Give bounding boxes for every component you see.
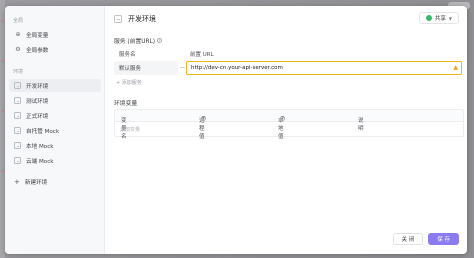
sidebar-section-env: 环境: [13, 69, 24, 75]
new-environment-label: 新建环境: [24, 180, 48, 186]
backdrop-marker: [1, 170, 4, 172]
sidebar-section-global: 全局: [13, 18, 24, 24]
backdrop-marker: [1, 60, 4, 62]
close-button[interactable]: 关 闭: [392, 233, 424, 245]
help-icon[interactable]: ?: [201, 116, 206, 121]
sidebar-item-label: 开发环境: [26, 83, 49, 90]
variables-table-header: 变量名 远程值? 本地值? 说明: [115, 110, 463, 140]
service-row: 默认服务 — http://dev-cn.your-api-server.com…: [114, 61, 464, 75]
environment-modal: 全局 ⊕ 全局变量 ⚙ 全局参数 环境 开发环境 测试环境 正式环境 自托管 M…: [5, 6, 467, 254]
chevron-down-icon: ▼: [448, 15, 452, 21]
help-icon[interactable]: ?: [157, 38, 163, 43]
share-label: 共享: [434, 16, 446, 22]
add-service-button[interactable]: + 添加服务: [116, 79, 142, 86]
backdrop-marker: [1, 20, 4, 22]
sidebar: 全局 ⊕ 全局变量 ⚙ 全局参数 环境 开发环境 测试环境 正式环境 自托管 M…: [5, 6, 105, 254]
sidebar-item-global-params[interactable]: ⚙ 全局参数: [9, 43, 101, 56]
base-url-input[interactable]: http://dev-cn.your-api-server.com ▲: [186, 61, 462, 75]
plus-icon: +: [14, 178, 20, 186]
add-variable-input[interactable]: 添加变量: [120, 126, 140, 133]
gear-icon: ⚙: [15, 45, 21, 53]
sidebar-item-test-env[interactable]: 测试环境: [9, 94, 101, 107]
new-environment-button[interactable]: + 新建环境: [14, 178, 47, 186]
title-row: 开发环境: [114, 14, 156, 24]
sidebar-item-selfhosted-mock[interactable]: 自托管 Mock: [9, 124, 101, 137]
column-header-base-url: 前置 URL: [190, 52, 214, 58]
modal-footer: 关 闭 保 存: [392, 233, 459, 245]
sidebar-item-cloud-mock[interactable]: 云端 Mock: [9, 154, 101, 167]
warning-icon: ▲: [453, 64, 458, 71]
sidebar-item-dev-env[interactable]: 开发环境: [9, 79, 101, 92]
services-title-text: 服务 (前置URL): [114, 39, 156, 45]
environment-icon: [14, 127, 21, 134]
environment-icon: [14, 112, 21, 119]
sidebar-item-local-mock[interactable]: 本地 Mock: [9, 139, 101, 152]
sidebar-item-global-variables[interactable]: ⊕ 全局变量: [9, 28, 101, 41]
environment-icon: [114, 15, 122, 23]
services-section-title: 服务 (前置URL) ?: [114, 36, 163, 45]
save-button[interactable]: 保 存: [428, 233, 459, 245]
sidebar-item-label: 测试环境: [26, 98, 49, 105]
environment-icon: [14, 82, 21, 89]
base-url-value: http://dev-cn.your-api-server.com: [191, 65, 283, 71]
variables-table: 变量名 远程值? 本地值? 说明 添加变量: [114, 109, 464, 140]
share-status-icon: [425, 15, 432, 21]
variables-section-title: 环境变量: [114, 101, 138, 107]
page-title[interactable]: 开发环境: [128, 14, 156, 24]
sidebar-item-label: 全局参数: [26, 47, 49, 54]
header-text: 说明: [358, 118, 364, 132]
service-name-cell[interactable]: 默认服务: [114, 61, 178, 75]
sidebar-item-label: 本地 Mock: [26, 143, 54, 150]
sidebar-item-label: 云端 Mock: [26, 158, 54, 165]
sidebar-item-label: 自托管 Mock: [26, 128, 60, 135]
service-separator: —: [180, 65, 185, 71]
sidebar-item-label: 全局变量: [26, 32, 49, 39]
main-panel: 开发环境 共享 ▼ 服务 (前置URL) ? 服务名 前置 URL 默认服务 —…: [106, 6, 467, 254]
backdrop-marker: [1, 110, 4, 112]
help-icon[interactable]: ?: [280, 116, 285, 121]
share-button[interactable]: 共享 ▼: [418, 12, 459, 24]
sidebar-item-prod-env[interactable]: 正式环境: [9, 109, 101, 122]
globe-icon: ⊕: [15, 30, 21, 38]
sidebar-item-label: 正式环境: [26, 113, 49, 120]
column-header-service-name: 服务名: [119, 52, 136, 58]
environment-icon: [14, 157, 21, 164]
environment-icon: [14, 142, 21, 149]
environment-icon: [14, 97, 21, 104]
